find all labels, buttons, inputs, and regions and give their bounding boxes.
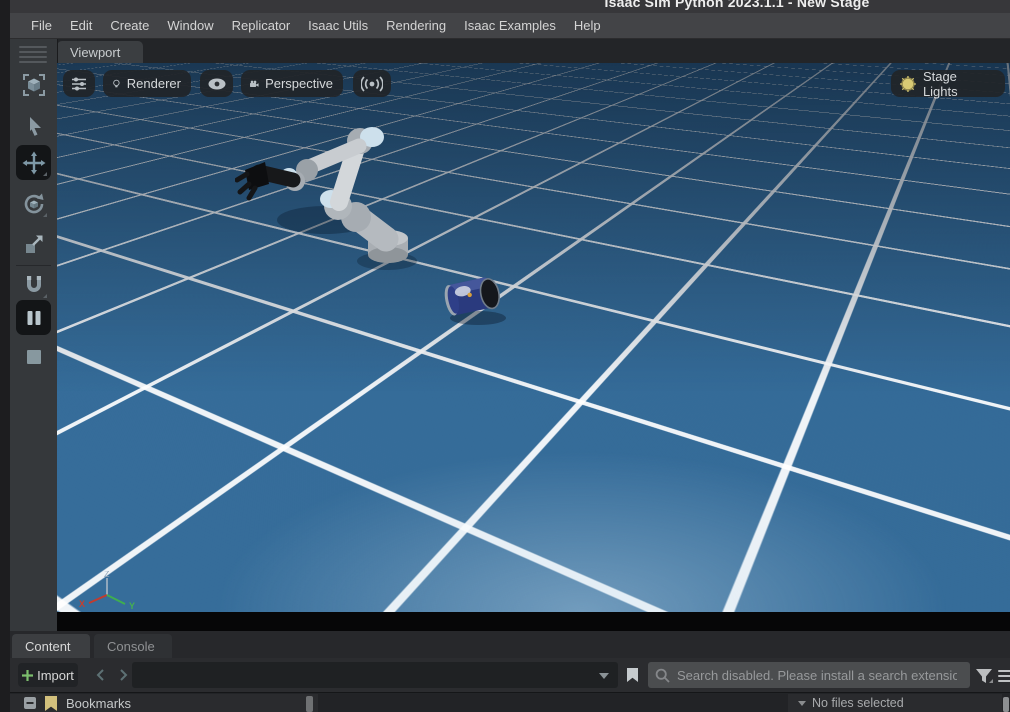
tab-viewport[interactable]: Viewport: [57, 41, 143, 64]
bottom-tab-bar: Content Console: [10, 631, 1010, 658]
menu-isaac-examples[interactable]: Isaac Examples: [455, 13, 565, 38]
preview-scrollbar[interactable]: [1002, 694, 1010, 712]
menu-rendering[interactable]: Rendering: [377, 13, 455, 38]
filter-button[interactable]: [974, 666, 994, 686]
pause-icon: [27, 310, 40, 325]
renderer-dropdown[interactable]: Renderer: [103, 70, 191, 97]
viewport-tab-strip: [10, 39, 1010, 64]
back-button[interactable]: [90, 663, 110, 687]
viewport-letterbox: [57, 612, 1010, 631]
section-caret-icon[interactable]: [798, 700, 806, 706]
settings-sliders-icon: [72, 77, 86, 90]
sun-icon: [899, 75, 916, 92]
left-tool-rail: [10, 39, 58, 631]
forward-button[interactable]: [114, 663, 134, 687]
tab-console[interactable]: Console: [94, 634, 172, 658]
menu-help[interactable]: Help: [565, 13, 610, 38]
bookmarks-pane: Bookmarks: [10, 694, 318, 712]
scale-icon: [25, 235, 42, 253]
title-bar: Isaac Sim Python 2023.1.1 - New Stage: [10, 0, 1010, 13]
snap-tool-button[interactable]: [16, 267, 51, 302]
bookmark-icon: [626, 668, 638, 682]
import-label: Import: [37, 667, 74, 683]
tab-content[interactable]: Content: [12, 634, 90, 658]
stop-button[interactable]: [16, 339, 51, 374]
scale-tool-button[interactable]: [16, 226, 51, 261]
stage-lights-button[interactable]: Stage Lights: [891, 68, 1005, 99]
pause-button[interactable]: [16, 300, 51, 335]
visibility-button[interactable]: [200, 70, 233, 97]
file-preview-pane: No files selected: [788, 694, 1002, 712]
renderer-label: Renderer: [126, 76, 181, 91]
tab-viewport-label: Viewport: [70, 45, 121, 60]
filter-funnel-icon: [976, 669, 993, 683]
cursor-icon: [29, 116, 41, 136]
no-selection-label: No files selected: [812, 696, 904, 710]
blue-can[interactable]: [442, 268, 562, 388]
stop-icon: [26, 349, 41, 364]
tab-console-label: Console: [107, 638, 155, 654]
chevron-down-icon[interactable]: [599, 673, 609, 679]
axis-z-label: Z: [104, 571, 110, 579]
bookmarks-folder-icon: [45, 695, 57, 711]
rail-separator: [16, 265, 51, 266]
import-button[interactable]: Import: [18, 663, 78, 687]
content-browser-panes: Bookmarks No files selected: [10, 692, 1010, 712]
tab-content-label: Content: [25, 638, 71, 654]
menu-bar: File Edit Create Window Replicator Isaac…: [10, 13, 1010, 39]
chevron-left-icon: [96, 669, 104, 681]
plus-icon: [22, 669, 34, 681]
videocam-icon: [250, 80, 259, 87]
rotate-tool-button[interactable]: [16, 186, 51, 221]
audio-button[interactable]: [353, 70, 391, 97]
collapse-icon[interactable]: [24, 697, 36, 709]
move-tool-button[interactable]: [16, 145, 51, 180]
menu-window[interactable]: Window: [158, 13, 222, 38]
tool-options-mark: [43, 172, 47, 176]
search-field[interactable]: [648, 662, 970, 688]
files-grid-pane[interactable]: [318, 694, 788, 712]
audio-waves-icon: [361, 75, 383, 92]
eye-icon: [208, 78, 225, 89]
camera-dropdown[interactable]: Perspective: [241, 70, 343, 97]
axis-y-label: Y: [129, 601, 135, 611]
rail-drag-handle[interactable]: [19, 46, 47, 66]
ur-robot-arm[interactable]: [235, 118, 475, 338]
bookmarks-scrollbar[interactable]: [306, 696, 313, 712]
add-bookmark-button[interactable]: [622, 664, 642, 686]
view-options-button[interactable]: [998, 666, 1010, 686]
select-tool-button[interactable]: [16, 108, 51, 143]
path-combobox[interactable]: [132, 662, 618, 688]
camera-label: Perspective: [265, 76, 333, 91]
menu-file[interactable]: File: [22, 13, 61, 38]
cube-select-icon: [22, 73, 45, 96]
stage-lights-label: Stage Lights: [922, 68, 958, 99]
window-title: Isaac Sim Python 2023.1.1 - New Stage: [604, 0, 870, 10]
menu-edit[interactable]: Edit: [61, 13, 101, 38]
content-browser-toolbar: Import: [10, 658, 1010, 692]
tool-options-mark: [43, 213, 47, 217]
axis-gizmo: Z X Y: [79, 571, 135, 611]
viewport-3d-canvas[interactable]: Z X Y Renderer Perspective Stage Lights: [57, 63, 1010, 612]
menu-replicator[interactable]: Replicator: [223, 13, 300, 38]
menu-isaac-utils[interactable]: Isaac Utils: [299, 13, 377, 38]
move-icon: [22, 151, 45, 174]
bookmarks-label[interactable]: Bookmarks: [66, 696, 131, 711]
menu-create[interactable]: Create: [101, 13, 158, 38]
search-input[interactable]: [675, 666, 959, 684]
magnet-icon: [26, 275, 41, 292]
search-icon: [655, 668, 670, 683]
selection-mode-button[interactable]: [16, 67, 51, 102]
chevron-right-icon: [120, 669, 128, 681]
tool-options-mark: [43, 294, 47, 298]
viewport-settings-button[interactable]: [63, 70, 95, 97]
lightbulb-icon: [113, 79, 120, 87]
axis-x-label: X: [79, 599, 85, 609]
